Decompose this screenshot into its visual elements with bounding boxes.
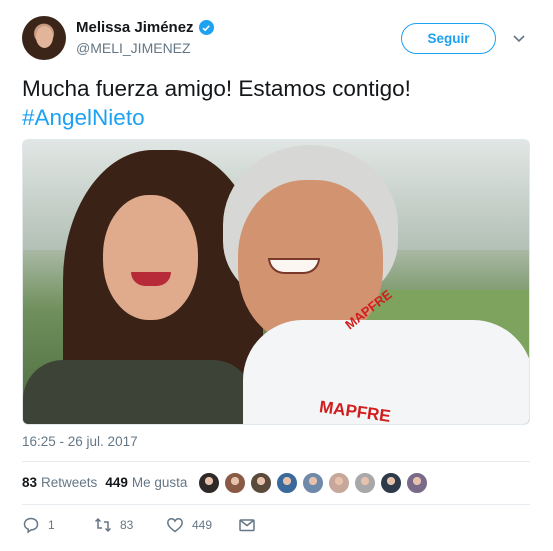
author-name-row[interactable]: Melissa Jiménez [76, 19, 214, 36]
reply-count: 1 [48, 518, 55, 532]
photo-woman-jacket [23, 360, 253, 424]
direct-message-button[interactable] [238, 516, 256, 534]
tweet-photo[interactable]: MAPFRE MAPFRE [22, 139, 530, 425]
tweet-actions: 1 83 449 [22, 516, 256, 534]
retweet-button[interactable]: 83 [94, 516, 166, 534]
verified-badge-icon [198, 20, 214, 35]
like-button[interactable]: 449 [166, 516, 238, 534]
retweet-count: 83 [120, 518, 134, 532]
follow-button[interactable]: Seguir [401, 23, 496, 54]
tweet-stats: 83 Retweets 449 Me gusta [22, 475, 187, 490]
author-handle[interactable]: @MELI_JIMENEZ [76, 40, 191, 56]
liker-avatar[interactable] [276, 472, 298, 494]
chevron-down-icon[interactable] [512, 31, 526, 45]
like-count: 449 [192, 518, 213, 532]
likes-count: 449 [105, 475, 128, 490]
reply-button[interactable]: 1 [22, 516, 94, 534]
heart-icon [167, 517, 183, 533]
liker-avatar[interactable] [406, 472, 428, 494]
divider [22, 461, 530, 462]
likes-label: Me gusta [131, 475, 188, 490]
author-avatar[interactable] [22, 16, 66, 60]
author-name[interactable]: Melissa Jiménez [76, 19, 194, 36]
avatar-face [36, 26, 53, 48]
photo-man-smile [268, 258, 320, 274]
liker-avatar[interactable] [198, 472, 220, 494]
tweet-timestamp[interactable]: 16:25 - 26 jul. 2017 [22, 434, 138, 449]
liker-avatar[interactable] [224, 472, 246, 494]
liker-avatar[interactable] [250, 472, 272, 494]
liker-avatars [198, 472, 428, 494]
retweets-label: Retweets [41, 475, 98, 490]
photo-woman-face [103, 195, 198, 320]
likes-stat[interactable]: 449 Me gusta [105, 475, 187, 490]
reply-icon [23, 517, 39, 534]
hashtag-link[interactable]: #AngelNieto [22, 103, 532, 132]
tweet-body: Mucha fuerza amigo! Estamos contigo! [22, 76, 411, 101]
envelope-icon [239, 519, 255, 532]
retweets-stat[interactable]: 83 Retweets [22, 475, 97, 490]
liker-avatar[interactable] [354, 472, 376, 494]
retweet-icon [94, 517, 112, 533]
retweets-count: 83 [22, 475, 38, 490]
divider [22, 504, 530, 505]
liker-avatar[interactable] [302, 472, 324, 494]
tweet-header: Melissa Jiménez @MELI_JIMENEZ Seguir [22, 14, 532, 64]
liker-avatar[interactable] [328, 472, 350, 494]
liker-avatar[interactable] [380, 472, 402, 494]
tweet-text: Mucha fuerza amigo! Estamos contigo! #An… [22, 74, 532, 132]
